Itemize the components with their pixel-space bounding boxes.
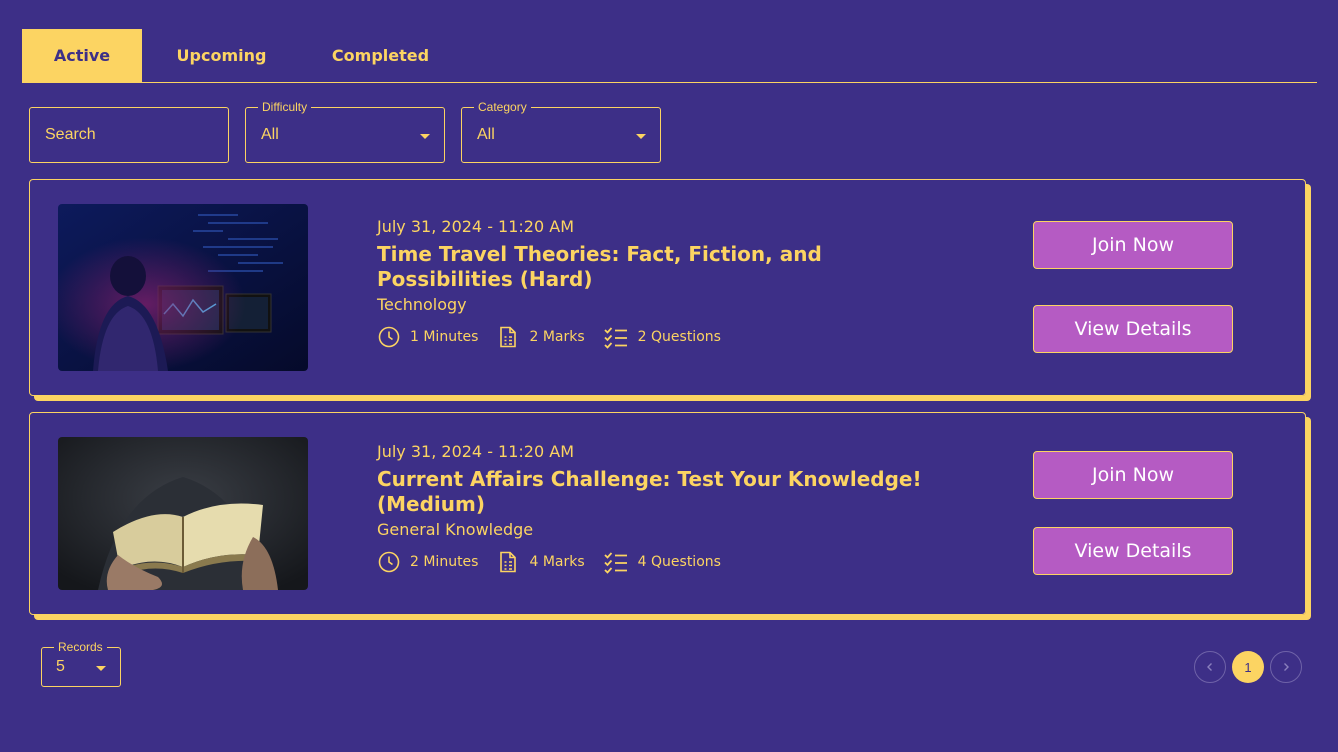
difficulty-select[interactable]: Difficulty All [245,100,445,163]
quiz-meta: 1 Minutes 2 Marks 2 Questions [377,325,957,349]
category-select[interactable]: Category All [461,100,661,163]
quiz-thumbnail-image [58,437,308,590]
tab-upcoming[interactable]: Upcoming [162,29,281,82]
quiz-thumbnail-image [58,204,308,371]
duration-item: 1 Minutes [377,325,478,349]
document-icon [500,551,517,573]
search-placeholder: Search [45,126,96,143]
duration-item: 2 Minutes [377,550,478,574]
checklist-icon [604,552,627,574]
chevron-left-icon [1207,663,1212,671]
view-details-button[interactable]: View Details [1033,527,1233,575]
quiz-title: Current Affairs Challenge: Test Your Kno… [377,467,922,516]
chevron-right-icon [1284,663,1289,671]
marks-text: 2 Marks [529,329,585,345]
quiz-meta: 2 Minutes 4 Marks 4 Questions [377,550,957,574]
quiz-category: Technology [377,295,467,314]
view-details-button[interactable]: View Details [1033,305,1233,353]
clock-icon [378,326,400,348]
quiz-info: July 31, 2024 - 11:20 AM Time Travel The… [377,216,957,349]
join-now-button[interactable]: Join Now [1033,221,1233,269]
chevron-down-icon [636,134,646,139]
join-now-button[interactable]: Join Now [1033,451,1233,499]
quiz-card: July 31, 2024 - 11:20 AM Current Affairs… [29,412,1306,615]
quiz-title: Time Travel Theories: Fact, Fiction, and… [377,242,822,291]
questions-item: 4 Questions [603,550,721,574]
category-legend: Category [474,100,531,114]
tab-completed[interactable]: Completed [322,29,439,82]
records-legend: Records [54,640,107,654]
questions-text: 2 Questions [637,329,721,345]
quiz-card: July 31, 2024 - 11:20 AM Time Travel The… [29,179,1306,396]
chevron-down-icon [96,666,106,671]
tab-bar: Active Upcoming Completed [22,29,1317,83]
clock-icon [378,551,400,573]
difficulty-value: All [261,126,279,143]
quiz-category: General Knowledge [377,520,534,539]
page-button-current[interactable]: 1 [1232,651,1264,683]
quiz-date: July 31, 2024 - 11:20 AM [377,217,574,236]
records-value: 5 [56,658,65,675]
category-value: All [477,126,495,143]
marks-item: 4 Marks [496,550,585,574]
chevron-down-icon [420,134,430,139]
marks-text: 4 Marks [529,554,585,570]
marks-item: 2 Marks [496,325,585,349]
questions-text: 4 Questions [637,554,721,570]
checklist-icon [604,327,627,349]
quiz-date: July 31, 2024 - 11:20 AM [377,442,574,461]
next-page-button[interactable] [1270,651,1302,683]
duration-text: 1 Minutes [410,329,479,345]
quiz-info: July 31, 2024 - 11:20 AM Current Affairs… [377,441,957,574]
search-input[interactable]: Search [29,107,229,163]
previous-page-button[interactable] [1194,651,1226,683]
duration-text: 2 Minutes [410,554,479,570]
questions-item: 2 Questions [603,325,721,349]
tab-active[interactable]: Active [22,29,142,82]
document-icon [500,326,517,348]
records-per-page-select[interactable]: Records 5 [41,640,121,687]
difficulty-legend: Difficulty [258,100,312,114]
